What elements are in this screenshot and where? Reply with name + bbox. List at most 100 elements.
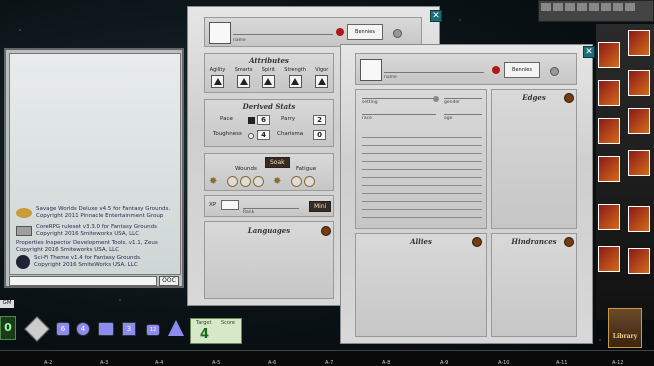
attribute-die[interactable]	[261, 75, 275, 88]
axis-label: A-3	[100, 360, 109, 366]
d20-icon[interactable]	[24, 316, 50, 342]
wound-circle[interactable]	[227, 176, 238, 187]
sidebar-button-notes[interactable]	[598, 80, 620, 106]
fatigue-circle[interactable]	[291, 176, 302, 187]
sheet-header: name Bennies	[355, 53, 577, 85]
sidebar-button-vehicles[interactable]	[598, 204, 620, 230]
close-button[interactable]: ✕	[430, 10, 442, 22]
d4-label: 4	[80, 325, 86, 333]
sidebar-button-tables[interactable]	[598, 118, 620, 144]
charisma-value[interactable]: 0	[313, 130, 326, 140]
xp-label: XP	[209, 202, 217, 208]
bennies-box[interactable]: Bennies	[504, 62, 540, 78]
tool-icon[interactable]	[613, 3, 623, 11]
name-field[interactable]	[233, 34, 333, 35]
close-button[interactable]: ✕	[583, 46, 595, 58]
axis-label: A-5	[212, 360, 221, 366]
chat-entry: Properties Inspector Development Tools, …	[16, 240, 158, 254]
pace-value[interactable]: 6	[257, 115, 270, 125]
edit-languages-button[interactable]	[321, 226, 331, 236]
axis-label: A-12	[612, 360, 624, 366]
name-field[interactable]	[384, 72, 484, 73]
sidebar-button-edges[interactable]	[598, 246, 620, 272]
sidebar-button-items[interactable]	[598, 156, 620, 182]
sidebar-button-quests[interactable]	[628, 248, 650, 274]
rank-label: Rank	[243, 210, 255, 215]
tool-icon[interactable]	[565, 3, 575, 11]
race-label: race	[362, 116, 372, 121]
toughness-value[interactable]: 4	[257, 130, 270, 140]
axis-label: A-8	[382, 360, 391, 366]
record-button[interactable]	[550, 67, 559, 76]
race-field[interactable]	[362, 114, 436, 115]
derived-stats-panel: Derived Stats Pace 6 Parry 2 Toughness 4…	[204, 99, 334, 147]
fatigue-circle[interactable]	[304, 176, 315, 187]
attribute-die[interactable]	[288, 75, 302, 88]
d12-icon[interactable]: 12	[146, 324, 160, 336]
edit-allies-button[interactable]	[472, 237, 482, 247]
rank-field[interactable]	[243, 208, 299, 209]
chat-line: Sci-Fi Theme v1.4 for Fantasy Grounds.	[34, 255, 142, 261]
sidebar-button-skills[interactable]	[628, 206, 650, 232]
wound-circle[interactable]	[253, 176, 264, 187]
d8-icon[interactable]: 3	[122, 322, 136, 336]
sidebar-button-combat[interactable]	[628, 150, 650, 176]
tool-icon[interactable]	[553, 3, 563, 11]
tool-icon[interactable]	[541, 3, 551, 11]
d10-icon[interactable]	[98, 322, 114, 336]
bennies-box[interactable]: Bennies	[347, 24, 383, 40]
corerpg-logo-icon	[16, 226, 32, 236]
tool-icon[interactable]	[589, 3, 599, 11]
edit-hindrances-button[interactable]	[564, 237, 574, 247]
tool-icon[interactable]	[601, 3, 611, 11]
pace-label: Pace	[220, 116, 233, 122]
library-button[interactable]: Library	[608, 308, 642, 348]
sidebar-button-images[interactable]	[628, 108, 650, 134]
attribute-label: Spirit	[261, 67, 275, 73]
setting-field[interactable]	[362, 98, 436, 99]
attributes-title: Attributes	[249, 56, 289, 65]
attribute-die[interactable]	[315, 75, 329, 88]
parry-value[interactable]: 2	[313, 115, 326, 125]
mini-button[interactable]: Mini	[309, 201, 332, 212]
gender-field[interactable]	[444, 98, 482, 99]
pace-die-icon[interactable]	[248, 117, 255, 124]
portrait-slot[interactable]	[360, 59, 382, 81]
sidebar-button-campaign[interactable]	[628, 70, 650, 96]
attribute-die[interactable]	[237, 75, 251, 88]
gender-label: gender	[444, 100, 460, 105]
attribute-die[interactable]	[211, 75, 225, 88]
die-icon	[213, 78, 222, 85]
sidebar-button-characters[interactable]	[598, 42, 620, 68]
tool-icon[interactable]	[625, 3, 635, 11]
axis-label: A-6	[268, 360, 277, 366]
wound-circle[interactable]	[240, 176, 251, 187]
wild-die-icon[interactable]	[168, 320, 184, 336]
axis-label: A-4	[155, 360, 164, 366]
xp-field[interactable]	[221, 200, 239, 210]
target-score-panel: Target Score 4	[190, 318, 242, 344]
portrait-slot[interactable]	[209, 22, 231, 44]
derived-stats-title: Derived Stats	[242, 102, 296, 111]
attribute-label: Strength	[284, 67, 306, 73]
sidebar-button-encounters[interactable]	[628, 30, 650, 56]
edit-edges-button[interactable]	[564, 93, 574, 103]
notes-panel: setting gender race age	[355, 89, 487, 229]
tool-icon[interactable]	[577, 3, 587, 11]
chat-input[interactable]	[9, 276, 157, 286]
d6-icon[interactable]: 6	[56, 322, 70, 336]
d4-icon[interactable]: 4	[76, 322, 90, 336]
allies-title: Allies	[410, 237, 432, 246]
die-icon	[291, 78, 300, 85]
die-icon	[264, 78, 273, 85]
notes-lines[interactable]	[362, 130, 482, 224]
soak-button[interactable]: Soak	[265, 157, 290, 168]
age-field[interactable]	[444, 114, 482, 115]
gender-toggle-icon[interactable]	[433, 96, 439, 102]
ooc-button[interactable]: OOC	[159, 276, 179, 286]
scifi-theme-logo-icon	[16, 255, 30, 269]
target-value[interactable]: 4	[200, 327, 209, 342]
record-button[interactable]	[393, 29, 402, 38]
modifier-box[interactable]: 0	[0, 316, 16, 340]
attribute-agility: Agility	[210, 67, 225, 88]
